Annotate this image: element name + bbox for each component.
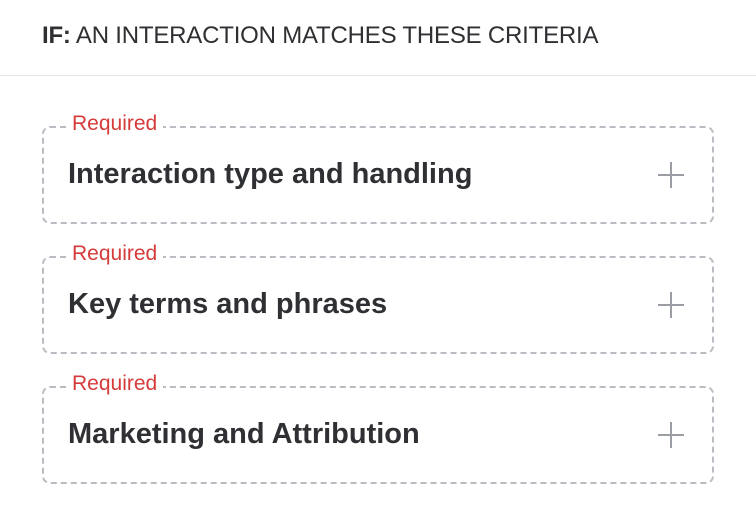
required-label: Required [66,370,164,398]
plus-icon[interactable] [658,162,684,188]
plus-icon[interactable] [658,292,684,318]
section-heading: IF: AN INTERACTION MATCHES THESE CRITERI… [42,21,599,51]
section-header: IF: AN INTERACTION MATCHES THESE CRITERI… [0,0,756,76]
required-label: Required [66,240,164,268]
criteria-marketing-attribution[interactable]: Required Marketing and Attribution [42,370,714,484]
heading-prefix: IF: [42,22,71,49]
criteria-title: Key terms and phrases [68,288,388,320]
required-label: Required [66,110,164,138]
plus-icon[interactable] [658,422,684,448]
criteria-title: Marketing and Attribution [68,418,420,450]
criteria-title: Interaction type and handling [68,158,473,190]
criteria-key-terms[interactable]: Required Key terms and phrases [42,240,714,354]
heading-text: AN INTERACTION MATCHES THESE CRITERIA [75,22,599,49]
criteria-interaction-type[interactable]: Required Interaction type and handling [42,110,714,224]
